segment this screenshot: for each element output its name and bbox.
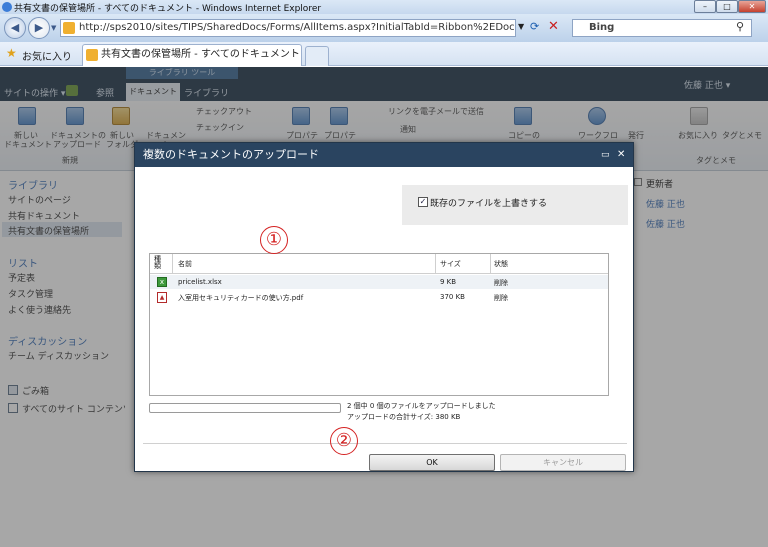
search-icon[interactable]: ⚲ — [736, 20, 744, 33]
file-list: 種類 名前 サイズ 状態 x pricelist.xlsx 9 KB 削除 ▲ … — [149, 253, 609, 396]
overwrite-panel: ✓ 既存のファイルを上書きする — [402, 185, 628, 225]
dialog-body: ✓ 既存のファイルを上書きする 種類 名前 サイズ 状態 x pricelist… — [135, 167, 633, 471]
upload-status-count: 2 個中 0 個のファイルをアップロードしました — [347, 402, 496, 410]
maximize-dialog-icon[interactable]: ▭ — [601, 143, 610, 167]
file-size: 370 KB — [440, 293, 465, 301]
stop-icon[interactable]: ✕ — [548, 19, 559, 34]
file-row[interactable]: ▲ 入室用セキュリティカードの使い方.pdf 370 KB 削除 — [150, 290, 608, 304]
window-title: 共有文書の保管場所 - すべてのドキュメント - Windows Interne… — [14, 4, 322, 14]
file-size: 9 KB — [440, 278, 457, 286]
tab-favicon-icon — [86, 49, 98, 61]
column-size: サイズ — [440, 260, 461, 268]
close-dialog-icon[interactable]: ✕ — [617, 143, 625, 167]
remove-file-link[interactable]: 削除 — [494, 293, 508, 303]
upload-progress-bar — [149, 403, 341, 413]
xlsx-icon: x — [157, 277, 167, 287]
sharepoint-page-icon — [63, 22, 75, 34]
column-divider — [172, 254, 173, 274]
overwrite-checkbox[interactable]: ✓ — [418, 197, 428, 207]
dialog-title-bar: 複数のドキュメントのアップロード ▭ ✕ — [135, 143, 633, 167]
upload-dialog: 複数のドキュメントのアップロード ▭ ✕ ✓ 既存のファイルを上書きする 種類 … — [134, 142, 634, 472]
remove-file-link[interactable]: 削除 — [494, 278, 508, 288]
column-divider — [435, 254, 436, 274]
column-status: 状態 — [494, 260, 508, 268]
overwrite-label[interactable]: 既存のファイルを上書きする — [430, 196, 547, 209]
annotation-marker-2: ② — [330, 427, 358, 455]
file-name: pricelist.xlsx — [178, 278, 222, 286]
pdf-icon: ▲ — [157, 292, 167, 303]
forward-button[interactable]: ▶ — [28, 17, 50, 39]
dialog-divider — [143, 443, 627, 444]
favorites-star-icon[interactable]: ★ — [6, 46, 17, 60]
ok-button[interactable]: OK — [369, 454, 495, 471]
window-title-bar: 共有文書の保管場所 - すべてのドキュメント - Windows Interne… — [0, 0, 768, 14]
search-field[interactable]: Bing — [572, 19, 752, 37]
favorites-label[interactable]: お気に入り — [22, 48, 72, 63]
back-button[interactable]: ◀ — [4, 17, 26, 39]
close-window-button[interactable]: ✕ — [738, 0, 766, 13]
column-type: 種類 — [154, 255, 161, 270]
column-name: 名前 — [178, 260, 192, 268]
recent-pages-dropdown-icon[interactable]: ▼ — [51, 24, 56, 32]
file-name: 入室用セキュリティカードの使い方.pdf — [178, 294, 304, 302]
cancel-button[interactable]: キャンセル — [500, 454, 626, 471]
browser-tab[interactable]: 共有文書の保管場所 - すべてのドキュメント — [82, 44, 302, 66]
address-toolbar: ◀ ▶ ▼ http://sps2010/sites/TIPS/SharedDo… — [0, 14, 768, 42]
file-list-header: 種類 名前 サイズ 状態 — [150, 254, 608, 274]
annotation-marker-1: ① — [260, 226, 288, 254]
minimize-button[interactable]: – — [694, 0, 716, 13]
upload-status-size: アップロードの合計サイズ: 380 KB — [347, 413, 461, 421]
new-tab-button[interactable] — [305, 46, 329, 66]
refresh-icon[interactable]: ⟳ — [530, 20, 539, 33]
dialog-title: 複数のドキュメントのアップロード — [143, 148, 319, 161]
tab-label: 共有文書の保管場所 - すべてのドキュメント — [101, 49, 300, 60]
address-dropdown-icon[interactable]: ▼ — [518, 22, 524, 31]
maximize-button[interactable]: □ — [716, 0, 738, 13]
ie-logo-icon — [2, 2, 12, 12]
column-divider — [490, 254, 491, 274]
address-field[interactable]: http://sps2010/sites/TIPS/SharedDocs/For… — [60, 19, 516, 37]
file-row[interactable]: x pricelist.xlsx 9 KB 削除 — [150, 275, 608, 289]
